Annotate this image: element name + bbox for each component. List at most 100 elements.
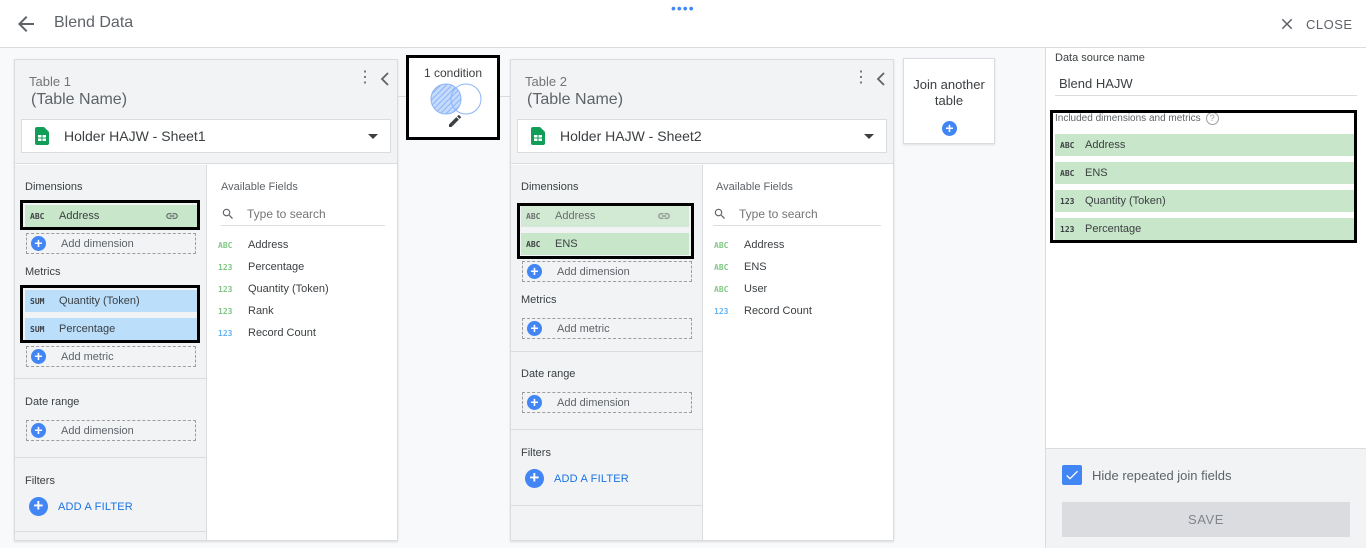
save-button[interactable]: SAVE xyxy=(1062,502,1350,537)
table-1-label: Table 1 xyxy=(29,74,71,89)
divider xyxy=(15,457,206,458)
add-filter-button[interactable]: + ADD A FILTER xyxy=(29,497,133,516)
add-dimension-button[interactable]: + Add dimension xyxy=(522,261,692,282)
search-icon xyxy=(222,208,233,219)
hide-repeated-join-fields-toggle[interactable]: Hide repeated join fields xyxy=(1062,465,1231,485)
field-label: Rank xyxy=(248,305,274,317)
available-fields-title: Available Fields xyxy=(716,181,793,193)
metrics-title: Metrics xyxy=(521,294,557,306)
number-type-icon: 123 xyxy=(714,306,729,316)
add-icon: + xyxy=(31,349,46,364)
add-metric-button[interactable]: + Add metric xyxy=(26,346,196,367)
join-label-line: table xyxy=(934,93,964,108)
text-type-icon: ABC xyxy=(714,284,729,294)
highlight-box xyxy=(20,200,200,230)
add-metric-label: Add metric xyxy=(61,350,114,363)
dropdown-caret-icon xyxy=(368,134,378,139)
divider xyxy=(511,351,702,352)
add-filter-label: ADD A FILTER xyxy=(554,472,629,485)
back-arrow-icon[interactable] xyxy=(14,12,38,36)
more-vert-icon[interactable]: ⋮ xyxy=(853,69,869,89)
field-search[interactable] xyxy=(713,202,881,226)
add-icon: + xyxy=(29,497,48,516)
table-1-header: Table 1 (Table Name) ⋮ Holder HAJW - She… xyxy=(15,60,397,164)
close-icon xyxy=(1281,18,1293,30)
available-field[interactable]: 123 Quantity (Token) xyxy=(218,281,329,297)
highlight-box xyxy=(517,203,694,259)
divider xyxy=(15,378,206,379)
left-outer-join-venn-icon xyxy=(430,83,482,115)
add-filter-label: ADD A FILTER xyxy=(58,500,133,513)
table-2-card: Table 2 (Table Name) ⋮ Holder HAJW - She… xyxy=(510,59,894,541)
divider xyxy=(15,531,206,532)
add-dimension-label: Add dimension xyxy=(61,237,134,250)
field-label: User xyxy=(744,283,768,295)
more-vert-icon[interactable]: ⋮ xyxy=(357,69,373,89)
join-condition-button[interactable]: 1 condition xyxy=(406,55,500,140)
available-field[interactable]: 123 Rank xyxy=(218,303,274,319)
table-2-source-name: Holder HAJW - Sheet2 xyxy=(560,128,702,144)
data-source-name-label: Data source name xyxy=(1055,52,1145,64)
filters-title: Filters xyxy=(25,475,55,487)
divider xyxy=(511,505,702,506)
add-icon: + xyxy=(31,423,46,438)
search-input[interactable] xyxy=(247,206,367,221)
table-2-source-select[interactable]: Holder HAJW - Sheet2 xyxy=(517,119,887,153)
join-connector xyxy=(500,96,510,97)
field-label: Address xyxy=(248,239,289,251)
collapse-chevron-icon[interactable] xyxy=(874,69,888,89)
checkbox-checked-icon[interactable] xyxy=(1062,465,1082,485)
divider xyxy=(511,429,702,430)
search-input[interactable] xyxy=(739,206,859,221)
available-field[interactable]: 123 Record Count xyxy=(714,303,812,319)
header-bar: Blend Data •••• CLOSE xyxy=(0,0,1366,48)
close-button[interactable]: CLOSE xyxy=(1278,14,1353,34)
search-icon xyxy=(714,208,725,219)
collapse-chevron-icon[interactable] xyxy=(378,69,392,89)
field-label: Record Count xyxy=(744,305,812,317)
add-filter-button[interactable]: + ADD A FILTER xyxy=(525,469,629,488)
add-dimension-button[interactable]: + Add dimension xyxy=(26,233,196,254)
available-field[interactable]: ABC Address xyxy=(714,237,784,253)
table-2-label: Table 2 xyxy=(525,74,567,89)
close-label: CLOSE xyxy=(1306,16,1353,32)
available-fields-title: Available Fields xyxy=(221,181,298,193)
join-another-table-button[interactable]: Join another table + xyxy=(903,58,995,144)
available-field[interactable]: ABC User xyxy=(714,281,767,297)
field-search[interactable] xyxy=(221,202,385,226)
add-metric-button[interactable]: + Add metric xyxy=(522,318,692,339)
data-source-name-input[interactable] xyxy=(1055,72,1357,96)
hide-repeated-label: Hide repeated join fields xyxy=(1092,467,1232,483)
available-field[interactable]: ABC ENS xyxy=(714,259,767,275)
drag-handle[interactable]: •••• xyxy=(671,0,695,16)
text-type-icon: ABC xyxy=(714,262,729,272)
number-type-icon: 123 xyxy=(218,328,233,338)
available-field[interactable]: ABC Address xyxy=(218,237,288,253)
table-1-source-select[interactable]: Holder HAJW - Sheet1 xyxy=(21,119,391,153)
date-range-add-dimension-button[interactable]: + Add dimension xyxy=(522,392,692,413)
field-label: Record Count xyxy=(248,327,316,339)
add-icon: + xyxy=(942,121,957,136)
date-range-add-dimension-button[interactable]: + Add dimension xyxy=(26,420,196,441)
table-2-header: Table 2 (Table Name) ⋮ Holder HAJW - She… xyxy=(511,60,893,164)
number-type-icon: 123 xyxy=(218,306,233,316)
field-label: Quantity (Token) xyxy=(248,283,329,295)
available-field[interactable]: 123 Percentage xyxy=(218,259,304,275)
table-1-name[interactable]: (Table Name) xyxy=(31,91,127,109)
sheets-icon xyxy=(531,127,545,145)
join-condition-label: 1 condition xyxy=(423,66,483,80)
table-2-name[interactable]: (Table Name) xyxy=(527,91,623,109)
field-label: Address xyxy=(744,239,785,251)
field-label: ENS xyxy=(744,261,767,273)
join-another-label: Join another table xyxy=(904,77,994,109)
text-type-icon: ABC xyxy=(218,240,233,250)
highlight-box xyxy=(20,285,200,343)
panel-footer: Hide repeated join fields SAVE xyxy=(1046,448,1366,548)
page-title: Blend Data xyxy=(54,14,134,31)
join-label-line: Join another xyxy=(913,77,985,92)
date-range-title: Date range xyxy=(25,396,80,408)
add-icon: + xyxy=(31,236,46,251)
dropdown-caret-icon xyxy=(864,134,874,139)
available-field[interactable]: 123 Record Count xyxy=(218,325,316,341)
add-dimension-label: Add dimension xyxy=(61,424,134,437)
